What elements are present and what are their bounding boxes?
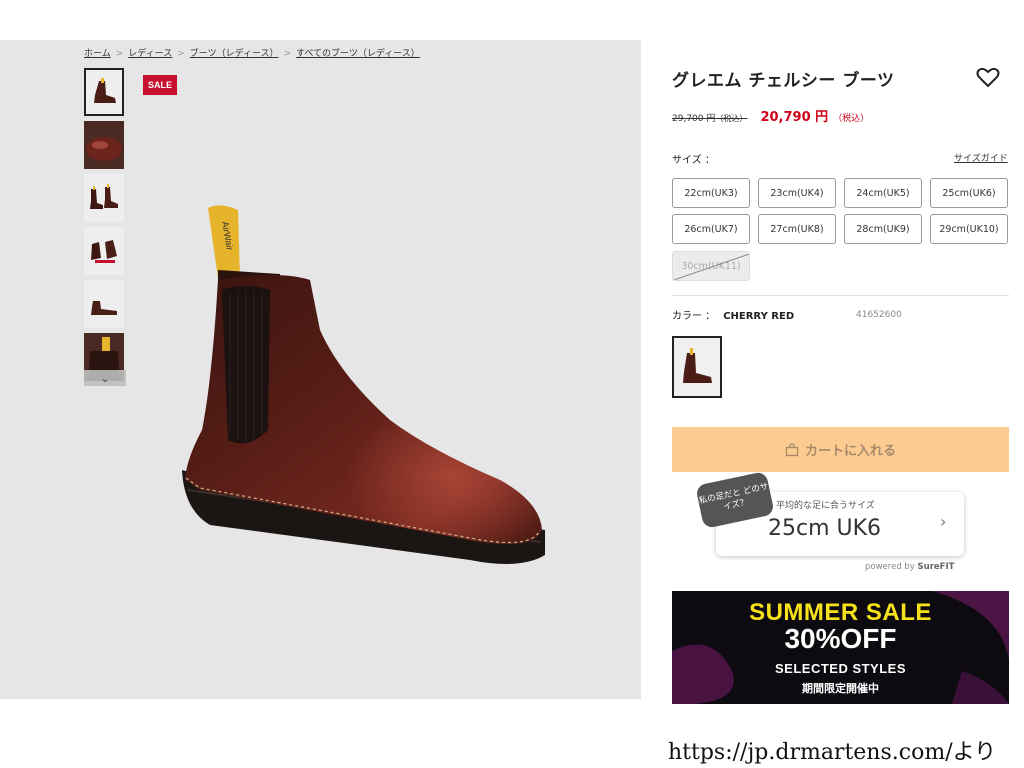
size-option[interactable]: 26cm(UK7) — [672, 214, 750, 244]
sale-price-tax: （税込） — [833, 114, 870, 124]
size-option[interactable]: 23cm(UK4) — [758, 178, 836, 208]
sale-price: 20,790 円 — [760, 110, 829, 125]
add-to-cart-button[interactable]: カートに入れる — [672, 427, 1009, 472]
heart-icon — [976, 67, 1000, 88]
product-title: グレエム チェルシー ブーツ — [672, 71, 895, 91]
thumbnail-list — [84, 68, 126, 386]
size-guide-link[interactable]: サイズガイド — [954, 151, 1008, 164]
thumbnail-4[interactable] — [84, 227, 124, 275]
banner-discount: 30%OFF — [784, 623, 897, 654]
color-swatch-cherry-red[interactable] — [672, 336, 722, 398]
chevron-down-icon: ⌄ — [100, 371, 110, 385]
size-option[interactable]: 28cm(UK9) — [844, 214, 922, 244]
boot-pair-icon — [90, 184, 118, 209]
chelsea-boot-image: AirWair — [182, 205, 545, 564]
breadcrumb-ladies[interactable]: レディース — [128, 49, 172, 59]
main-product-image[interactable]: AirWair — [140, 130, 610, 630]
sale-badge: SALE — [143, 75, 177, 95]
chevron-right-icon: › — [940, 512, 947, 531]
banner-subtitle: SELECTED STYLES — [774, 661, 907, 676]
add-to-cart-label: カートに入れる — [804, 444, 896, 459]
banner-period: 期間限定開催中 — [802, 682, 879, 695]
thumbnail-3[interactable] — [84, 174, 124, 222]
size-option[interactable]: 22cm(UK3) — [672, 178, 750, 208]
source-caption: https://jp.drmartens.com/より — [668, 740, 997, 765]
breadcrumb-boots[interactable]: ブーツ（レディース） — [190, 49, 279, 59]
surefit-size: 25cm UK6 — [768, 516, 882, 541]
size-option[interactable]: 27cm(UK8) — [758, 214, 836, 244]
color-value: CHERRY RED — [723, 311, 795, 322]
boot-thumbnail-icon — [94, 78, 116, 103]
price-row: 29,700 円（税込） 20,790 円 （税込） — [672, 106, 869, 125]
shopping-bag-icon — [785, 442, 799, 456]
size-option[interactable]: 25cm(UK6) — [930, 178, 1008, 208]
breadcrumb: ホーム > レディース > ブーツ（レディース） > すべてのブーツ（レディース） — [84, 49, 420, 59]
size-option-sold-out: 30cm(UK11) — [672, 251, 750, 281]
original-price: 29,700 円（税込） — [672, 114, 748, 124]
surefit-subtitle: 平均的な足に合うサイズ — [776, 501, 875, 511]
thumbnail-scroll-down[interactable]: ⌄ — [84, 370, 126, 386]
thumbnail-2[interactable] — [84, 121, 124, 169]
thumbnail-5[interactable] — [84, 280, 124, 328]
size-label: サイズ ： — [672, 155, 715, 166]
divider — [672, 295, 1009, 296]
size-option[interactable]: 29cm(UK10) — [930, 214, 1008, 244]
color-label: カラー ： CHERRY RED — [672, 311, 795, 322]
thumbnail-1[interactable] — [84, 68, 124, 116]
size-option[interactable]: 24cm(UK5) — [844, 178, 922, 208]
boot-swatch-icon — [683, 348, 712, 383]
summer-sale-banner[interactable]: SUMMER SALE 30%OFF SELECTED STYLES 期間限定開… — [672, 591, 1009, 704]
boot-side-icon — [91, 301, 117, 315]
product-sku: 41652600 — [856, 310, 902, 320]
boot-closeup-icon — [86, 137, 122, 161]
breadcrumb-all-boots[interactable]: すべてのブーツ（レディース） — [296, 49, 420, 59]
favorite-button[interactable] — [976, 66, 1000, 88]
breadcrumb-home[interactable]: ホーム — [84, 49, 111, 59]
surefit-powered-by: powered by SureFIT — [865, 562, 955, 572]
boot-sole-icon — [91, 240, 117, 263]
